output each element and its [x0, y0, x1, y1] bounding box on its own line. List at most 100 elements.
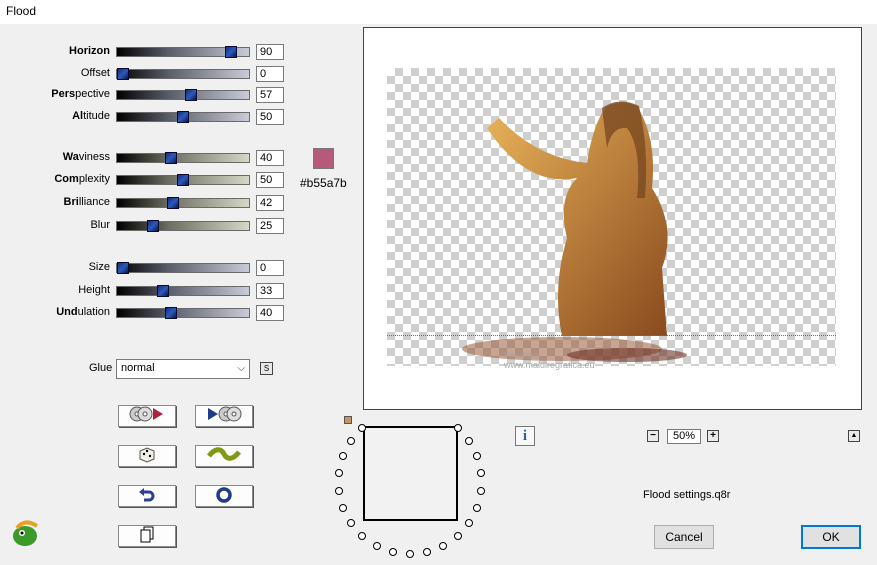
glue-s-button[interactable]: S: [260, 362, 273, 375]
navigator-dot[interactable]: [347, 437, 355, 445]
navigator-dot[interactable]: [465, 519, 473, 527]
complexity-value-input[interactable]: 50: [256, 172, 284, 188]
navigator-dot[interactable]: [465, 437, 473, 445]
chevron-down-icon: ⌵: [237, 363, 245, 374]
complexity-slider[interactable]: [116, 174, 250, 186]
navigator-dot[interactable]: [339, 504, 347, 512]
navigator-dot[interactable]: [473, 452, 481, 460]
glue-value: normal: [121, 362, 155, 374]
perspective-label: Perspective: [51, 88, 110, 100]
brilliance-value-input[interactable]: 42: [256, 195, 284, 211]
complexity-slider-thumb[interactable]: [177, 174, 189, 186]
offset-slider-thumb[interactable]: [117, 68, 129, 80]
perspective-slider-thumb[interactable]: [185, 89, 197, 101]
blur-slider[interactable]: [116, 220, 250, 232]
navigator-dot[interactable]: [423, 548, 431, 556]
copy-icon: [140, 526, 154, 543]
navigator-dot[interactable]: [477, 469, 485, 477]
slider-row-perspective: Perspective 57: [0, 87, 300, 103]
navigator-dot[interactable]: [335, 469, 343, 477]
altitude-slider-thumb[interactable]: [177, 111, 189, 123]
preview-canvas[interactable]: [387, 68, 836, 366]
horizon-line[interactable]: [387, 335, 836, 336]
wave-button[interactable]: [195, 445, 253, 467]
navigator-dot[interactable]: [339, 452, 347, 460]
title-bar: Flood: [0, 0, 877, 24]
perspective-slider[interactable]: [116, 89, 250, 101]
info-icon[interactable]: i: [515, 426, 535, 446]
undulation-slider[interactable]: [116, 307, 250, 319]
randomize-button[interactable]: [118, 445, 176, 467]
slider-row-horizon: Horizon 90: [0, 44, 300, 60]
undulation-value-input[interactable]: 40: [256, 305, 284, 321]
horizon-slider-thumb[interactable]: [225, 46, 237, 58]
height-label: Height: [78, 284, 110, 296]
slider-row-undulation: Undulation 40: [0, 305, 300, 321]
navigator-dot[interactable]: [477, 487, 485, 495]
slider-row-height: Height 33: [0, 283, 300, 299]
wave-icon: [207, 447, 241, 461]
navigator-box[interactable]: [363, 426, 458, 521]
altitude-value-input[interactable]: 50: [256, 109, 284, 125]
horizon-slider[interactable]: [116, 46, 250, 58]
preview-window[interactable]: Pinuccia www.maldiregrafica.eu: [363, 27, 862, 410]
altitude-label: Altitude: [72, 110, 110, 122]
color-swatch[interactable]: [313, 148, 334, 169]
navigator-dot[interactable]: [358, 424, 366, 432]
navigator-dot[interactable]: [358, 532, 366, 540]
undulation-label: Undulation: [56, 306, 110, 318]
save-preset-button[interactable]: [195, 405, 253, 427]
load-preset-button[interactable]: [118, 405, 176, 427]
slider-row-brilliance: Brilliance 42: [0, 195, 300, 211]
horizon-label: Horizon: [69, 45, 110, 57]
frog-logo-icon: [13, 520, 39, 546]
waviness-slider[interactable]: [116, 152, 250, 164]
navigator-dot[interactable]: [454, 424, 462, 432]
brilliance-slider[interactable]: [116, 197, 250, 209]
slider-row-complexity: Complexity 50: [0, 172, 300, 188]
zoom-in-button[interactable]: +: [707, 430, 719, 442]
undo-button[interactable]: [118, 485, 176, 507]
navigator-dot[interactable]: [454, 532, 462, 540]
navigator-dot[interactable]: [406, 550, 414, 558]
navigator-dot[interactable]: [373, 542, 381, 550]
height-slider-thumb[interactable]: [157, 285, 169, 297]
blur-value-input[interactable]: 25: [256, 218, 284, 234]
slider-row-altitude: Altitude 50: [0, 109, 300, 125]
brilliance-label: Brilliance: [63, 196, 110, 208]
size-slider[interactable]: [116, 262, 250, 274]
copy-button[interactable]: [118, 525, 176, 547]
brilliance-slider-thumb[interactable]: [167, 197, 179, 209]
navigator-dot[interactable]: [347, 519, 355, 527]
zoom-out-button[interactable]: −: [647, 430, 659, 442]
blur-slider-thumb[interactable]: [147, 220, 159, 232]
cancel-button[interactable]: Cancel: [654, 525, 714, 549]
navigator-dot[interactable]: [473, 504, 481, 512]
collapse-button[interactable]: ▲: [848, 430, 860, 442]
watermark: Pinuccia www.maldiregrafica.eu: [504, 350, 595, 370]
size-value-input[interactable]: 0: [256, 260, 284, 276]
navigator-dot[interactable]: [389, 548, 397, 556]
height-value-input[interactable]: 33: [256, 283, 284, 299]
ring-icon: [216, 487, 232, 503]
size-slider-thumb[interactable]: [117, 262, 129, 274]
altitude-slider[interactable]: [116, 111, 250, 123]
navigator-dot[interactable]: [439, 542, 447, 550]
light-position-marker[interactable]: [344, 416, 352, 424]
reset-button[interactable]: [195, 485, 253, 507]
offset-value-input[interactable]: 0: [256, 66, 284, 82]
slider-row-waviness: Waviness 40: [0, 150, 300, 166]
undulation-slider-thumb[interactable]: [165, 307, 177, 319]
waviness-slider-thumb[interactable]: [165, 152, 177, 164]
zoom-level: 50%: [667, 429, 701, 444]
navigator-dot[interactable]: [335, 487, 343, 495]
height-slider[interactable]: [116, 285, 250, 297]
watermark-line2: www.maldiregrafica.eu: [504, 360, 595, 370]
glue-select[interactable]: normal ⌵: [116, 359, 250, 379]
offset-slider[interactable]: [116, 68, 250, 80]
horizon-value-input[interactable]: 90: [256, 44, 284, 60]
waviness-value-input[interactable]: 40: [256, 150, 284, 166]
perspective-value-input[interactable]: 57: [256, 87, 284, 103]
app-logo: [11, 520, 41, 551]
ok-button[interactable]: OK: [801, 525, 861, 549]
